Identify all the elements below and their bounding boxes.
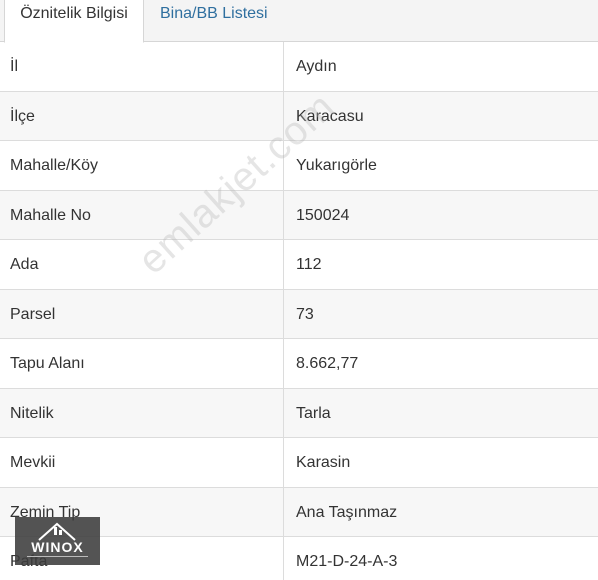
logo-text: WINOX xyxy=(31,539,84,555)
row-value: 150024 xyxy=(296,206,350,224)
row-value: 112 xyxy=(296,256,322,273)
table-row-mahalle-no: Mahalle No 150024 xyxy=(0,190,598,240)
column-divider xyxy=(283,42,284,580)
row-label: İl xyxy=(10,58,18,75)
table-row-parsel: Parsel 73 xyxy=(0,289,598,339)
table-row-mahalle-koy: Mahalle/Köy Yukarıgörle xyxy=(0,141,598,191)
row-label: Mevkii xyxy=(10,454,56,471)
table-row-nitelik: Nitelik Tarla xyxy=(0,388,598,438)
table-row-il: İl Aydın xyxy=(0,42,598,92)
row-value: Karasin xyxy=(296,454,351,471)
table-row-tapu-alani: Tapu Alanı 8.662,77 xyxy=(0,339,598,389)
logo-underline xyxy=(27,556,88,557)
table-row-ilce: İlçe Karacasu xyxy=(0,91,598,141)
winox-logo: WINOX xyxy=(15,517,100,565)
tab-label: Bina/BB Listesi xyxy=(160,5,268,22)
row-value: Aydın xyxy=(296,58,337,75)
house-icon xyxy=(38,522,76,541)
attribute-table: İl Aydın İlçe Karacasu Mahalle/Köy Yukar… xyxy=(0,42,598,580)
row-value: Yukarıgörle xyxy=(296,157,377,174)
row-value: 8.662,77 xyxy=(296,355,359,372)
row-label: Mahalle/Köy xyxy=(10,157,99,174)
row-label: Ada xyxy=(10,256,39,273)
row-value: M21-D-24-A-3 xyxy=(296,553,398,570)
row-value: 73 xyxy=(296,305,314,323)
parcel-info-page: Öznitelik Bilgisi Bina/BB Listesi İl Ayd… xyxy=(0,0,598,580)
row-label: Mahalle No xyxy=(10,206,91,224)
tab-oznitelik-bilgisi[interactable]: Öznitelik Bilgisi xyxy=(4,0,144,43)
row-value: Tarla xyxy=(296,404,331,422)
row-value: Karacasu xyxy=(296,107,364,125)
row-label: İlçe xyxy=(10,107,35,125)
row-value: Ana Taşınmaz xyxy=(296,503,398,521)
table-row-ada: Ada 112 xyxy=(0,240,598,290)
tab-bar: Öznitelik Bilgisi Bina/BB Listesi xyxy=(0,0,598,43)
row-label: Parsel xyxy=(10,305,56,323)
row-label: Tapu Alanı xyxy=(10,355,85,372)
tab-bina-bb-listesi[interactable]: Bina/BB Listesi xyxy=(160,0,268,42)
row-label: Nitelik xyxy=(10,404,54,422)
table-row-mevkii: Mevkii Karasin xyxy=(0,438,598,488)
tab-label: Öznitelik Bilgisi xyxy=(20,5,128,22)
